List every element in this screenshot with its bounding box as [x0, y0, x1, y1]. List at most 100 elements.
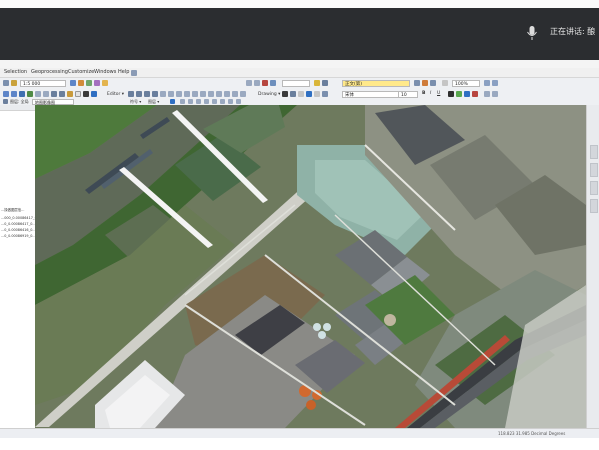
python-icon[interactable]	[102, 80, 108, 86]
menu-selection[interactable]: Selection	[4, 69, 27, 75]
attributes-icon[interactable]	[200, 91, 206, 97]
select-elements-icon[interactable]	[83, 91, 89, 97]
add-data-icon[interactable]	[70, 80, 76, 86]
transparency-icon[interactable]	[204, 99, 209, 104]
photo-gap	[0, 60, 599, 68]
align-icon[interactable]	[430, 80, 436, 86]
measure-icon[interactable]	[228, 99, 233, 104]
table-of-contents: ...操做图层信... ...000_0.00086417_0... ...0_…	[0, 105, 40, 428]
menu-windows[interactable]: Windows	[94, 69, 116, 75]
menu-customize[interactable]: Customize	[68, 69, 94, 75]
open-icon[interactable]	[11, 80, 17, 86]
fixed-zoom-out-icon[interactable]	[43, 91, 49, 97]
font-size-field[interactable]: 10	[398, 90, 418, 98]
drawing-menu[interactable]: Drawing ▾	[258, 92, 280, 97]
fill-color-icon[interactable]	[456, 91, 462, 97]
select-features-icon[interactable]	[67, 91, 73, 97]
marker-color-icon[interactable]	[472, 91, 478, 97]
guides-icon[interactable]	[492, 91, 498, 97]
add-control-points-icon[interactable]	[262, 80, 268, 86]
forward-icon[interactable]	[59, 91, 65, 97]
edit-annotation-icon[interactable]	[136, 91, 142, 97]
microphone-icon[interactable]	[526, 25, 538, 41]
font-color-icon[interactable]	[448, 91, 454, 97]
split-tool-icon[interactable]	[184, 91, 190, 97]
arctoolbox-icon[interactable]	[78, 80, 84, 86]
arcmap-window: Selection Geoprocessing Customize Window…	[0, 68, 599, 439]
rotate-icon[interactable]	[246, 80, 252, 86]
snapping-icon[interactable]	[232, 91, 238, 97]
sketch-properties-icon[interactable]	[208, 91, 214, 97]
swipe-icon[interactable]	[170, 99, 175, 104]
clear-selection-icon[interactable]	[75, 91, 81, 97]
right-dock-toolbar	[586, 105, 599, 428]
layer-style-field[interactable]: 正文(第)	[342, 79, 410, 87]
scale-field[interactable]: 1:5 000	[20, 79, 66, 87]
color-icon[interactable]	[422, 80, 428, 86]
resample-icon[interactable]	[220, 99, 225, 104]
identify-icon[interactable]	[91, 91, 97, 97]
layer-icon[interactable]	[3, 99, 8, 104]
photo-top-edge	[0, 0, 599, 8]
edit-tool-icon[interactable]	[128, 91, 134, 97]
rotate-tool-icon[interactable]	[192, 91, 198, 97]
line-icon[interactable]	[306, 91, 312, 97]
shift-icon[interactable]	[254, 80, 260, 86]
toc-row[interactable]: ...0_0.00086416_0...	[1, 228, 36, 232]
back-icon[interactable]	[51, 91, 57, 97]
brightness-icon[interactable]	[196, 99, 201, 104]
underline-button[interactable]: U	[437, 91, 440, 96]
point-icon[interactable]	[168, 91, 174, 97]
zoom-whole-icon[interactable]	[484, 80, 490, 86]
zoom-out-icon[interactable]	[11, 91, 17, 97]
topology-icon[interactable]	[224, 91, 230, 97]
toc-row[interactable]: ...操做图层信...	[1, 207, 24, 212]
rotate-draw-icon[interactable]	[290, 91, 296, 97]
results-tab-icon[interactable]	[590, 199, 598, 213]
grid-icon[interactable]	[484, 91, 490, 97]
catalog-tab-icon[interactable]	[590, 145, 598, 159]
fixed-zoom-in-icon[interactable]	[35, 91, 41, 97]
zoom-in-icon[interactable]	[3, 91, 9, 97]
search-icon[interactable]	[94, 80, 100, 86]
menu-help[interactable]: Help	[118, 69, 129, 75]
link-table-icon[interactable]	[270, 80, 276, 86]
text-icon[interactable]	[314, 91, 320, 97]
polygon-icon[interactable]	[322, 91, 328, 97]
help-icon[interactable]	[131, 69, 137, 76]
speaking-indicator: 正在讲话: 酿	[550, 27, 596, 36]
menu-geoprocessing[interactable]: Geoprocessing	[31, 69, 68, 75]
search-tab-icon[interactable]	[590, 163, 598, 177]
toc-row[interactable]: ...0_0.00086919_0...	[1, 234, 36, 238]
line-color-icon[interactable]	[464, 91, 470, 97]
style-icon[interactable]	[314, 80, 320, 86]
bold-button[interactable]: B	[422, 91, 425, 96]
end-point-arc-icon[interactable]	[152, 91, 158, 97]
new-icon[interactable]	[3, 80, 9, 86]
gamma-icon[interactable]	[212, 99, 217, 104]
pan-icon[interactable]	[19, 91, 25, 97]
zoom-100-icon[interactable]	[492, 80, 498, 86]
map-view[interactable]	[35, 105, 586, 428]
straight-segment-icon[interactable]	[144, 91, 150, 97]
toc-row[interactable]: ...0_0.00086417_0...	[1, 222, 36, 226]
contrast-icon[interactable]	[188, 99, 193, 104]
format-icon[interactable]	[414, 80, 420, 86]
cut-polygon-icon[interactable]	[176, 91, 182, 97]
create-features-icon[interactable]	[216, 91, 222, 97]
trace-icon[interactable]	[160, 91, 166, 97]
magnify-field[interactable]	[282, 79, 310, 87]
arctoolbox-tab-icon[interactable]	[590, 181, 598, 195]
catalog-icon[interactable]	[86, 80, 92, 86]
zoom-field[interactable]: 100%	[452, 79, 480, 87]
layout-icon[interactable]	[442, 80, 448, 86]
flicker-icon[interactable]	[180, 99, 185, 104]
html-popup-icon[interactable]	[236, 99, 241, 104]
vertex-icon[interactable]	[240, 91, 246, 97]
full-extent-icon[interactable]	[27, 91, 33, 97]
rectangle-icon[interactable]	[298, 91, 304, 97]
select-arrow-icon[interactable]	[282, 91, 288, 97]
paragraph-icon[interactable]	[322, 80, 328, 86]
italic-button[interactable]: I	[430, 91, 431, 96]
editor-menu[interactable]: Editor ▾	[107, 92, 124, 97]
